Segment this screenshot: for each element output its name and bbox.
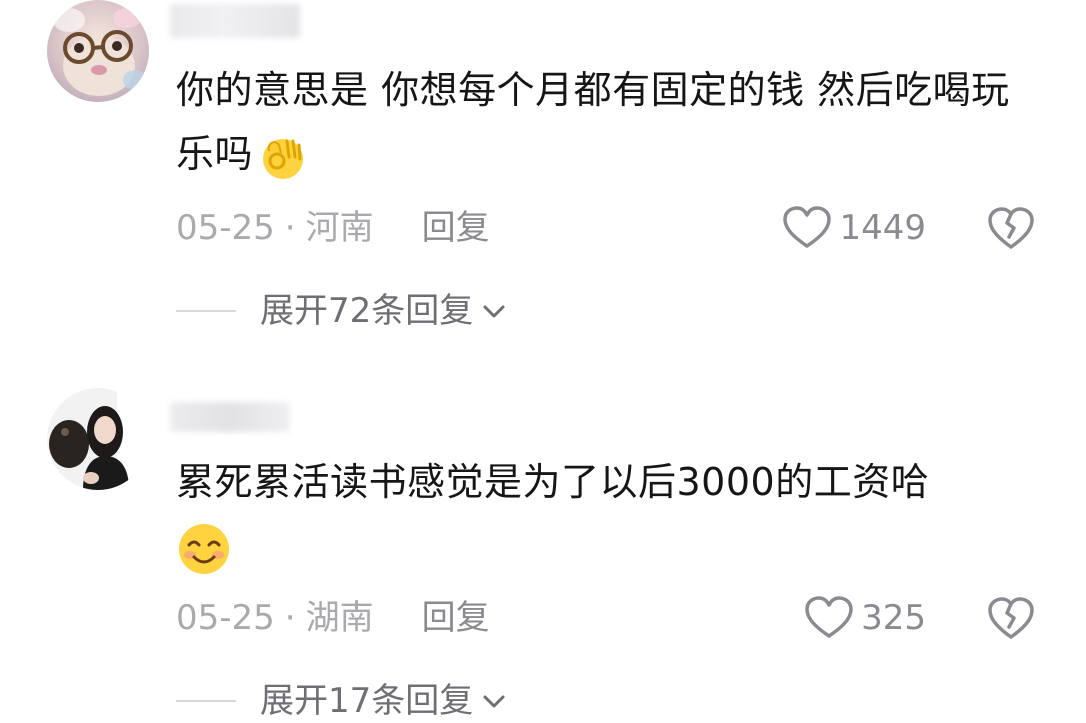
username-redacted [170, 4, 300, 38]
divider-line [176, 310, 236, 312]
avatar-image [47, 388, 149, 490]
reply-button[interactable]: 回复 [422, 598, 490, 638]
comment-meta: 05-25 · 湖南 回复 325 [176, 593, 1034, 643]
heart-icon [783, 206, 832, 248]
avatar[interactable] [47, 388, 149, 490]
broken-heart-icon[interactable] [988, 597, 1034, 641]
expand-replies-button[interactable]: 展开17条回复 [176, 676, 509, 723]
expand-replies-button[interactable]: 展开72条回复 [176, 286, 509, 336]
comment-date: 05-25 [176, 208, 275, 248]
chevron-down-icon [483, 695, 505, 708]
smiling-face-emoji [176, 521, 232, 577]
like-count: 1449 [839, 208, 926, 248]
comment-list: 你的意思是 你想每个月都有固定的钱 然后吃喝玩乐吗 05-25 · 河南 回复 144… [0, 0, 1086, 723]
comment-location: 河南 [305, 208, 374, 248]
meta-separator: · [284, 208, 296, 248]
comment-meta: 05-25 · 河南 回复 1449 [176, 203, 1034, 253]
comment-text: 累死累活读书感觉是为了以后3000的工资哈 [176, 450, 1036, 578]
broken-heart-icon[interactable] [988, 207, 1034, 251]
meta-left: 05-25 · 河南 回复 [176, 203, 490, 253]
avatar-image [47, 0, 149, 102]
comment-date: 05-25 [176, 598, 275, 638]
heart-icon [805, 596, 853, 638]
divider-line [176, 700, 236, 702]
username-redacted [170, 402, 290, 432]
reply-button[interactable]: 回复 [422, 208, 490, 248]
meta-left: 05-25 · 湖南 回复 [176, 593, 490, 643]
meta-separator: · [284, 598, 296, 638]
expand-replies-label: 展开72条回复 [260, 291, 474, 331]
like-count: 325 [861, 598, 926, 638]
avatar[interactable] [47, 0, 149, 102]
comment-location: 湖南 [305, 598, 374, 638]
ok-hand-emoji [257, 131, 309, 183]
like-button[interactable]: 325 [805, 593, 926, 643]
chevron-down-icon [483, 305, 505, 318]
comment-body: 累死累活读书感觉是为了以后3000的工资哈 [176, 460, 930, 504]
like-button[interactable]: 1449 [783, 203, 926, 253]
comment-text: 你的意思是 你想每个月都有固定的钱 然后吃喝玩乐吗 [176, 58, 1036, 186]
expand-replies-label: 展开17条回复 [260, 681, 474, 721]
